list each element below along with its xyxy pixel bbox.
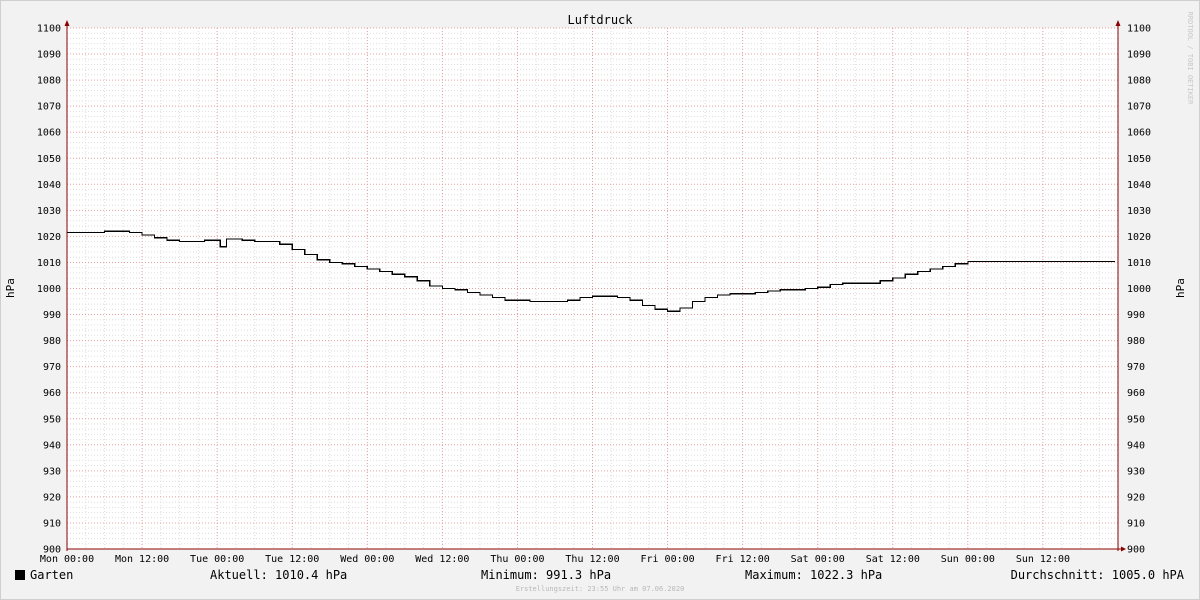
y-tick-label-left: 1040 [37,180,61,191]
y-tick-label-left: 1010 [37,258,61,269]
y-tick-label-left: 1030 [37,206,61,217]
chart-canvas: 900 910 920 930 940 950 960 970 980 990 1000 1010 10… [4,12,1194,565]
y-tick-label-left: 940 [43,440,61,451]
y-tick-label-left: 1000 [37,284,61,295]
y-tick-label-right: 980 [1127,336,1145,347]
legend-item-garten: Garten [15,567,73,583]
x-tick-label: Fri 12:00 [716,554,770,565]
y-axis-right-ticks: 900 910 920 930 940 950 960 970 980 990 1000 1010 10… [1127,24,1151,556]
y-tick-label-right: 1000 [1127,284,1151,295]
y-tick-label-right: 970 [1127,362,1145,373]
y-tick-label-left: 950 [43,414,61,425]
x-tick-label: Mon 00:00 [40,554,94,565]
x-tick-label: Mon 12:00 [115,554,169,565]
y-tick-label-right: 1090 [1127,50,1151,61]
x-tick-label: Sat 00:00 [791,554,845,565]
x-tick-label: Sun 12:00 [1016,554,1070,565]
y-tick-label-left: 920 [43,492,61,503]
x-axis-ticks: Mon 00:00 Mon 12:00 Tue 00:00 Tue 12:00 Wed … [40,554,1070,565]
x-tick-label: Thu 12:00 [565,554,619,565]
y-axis-right-arrow [1115,20,1121,26]
y-tick-label-left: 1020 [37,232,61,243]
y-tick-label-left: 960 [43,388,61,399]
y-tick-label-right: 930 [1127,466,1145,477]
y-axis-left-arrow [64,20,70,26]
stat-current: Aktuell: 1010.4 hPa [210,568,348,582]
y-tick-label-left: 970 [43,362,61,373]
x-tick-label: Tue 12:00 [265,554,319,565]
y-tick-label-right: 960 [1127,388,1145,399]
stat-average: Durchschnitt: 1005.0 hPA [1010,568,1184,582]
y-tick-label-left: 990 [43,310,61,321]
y-axis-label-right: hPa [1174,278,1187,298]
y-tick-label-right: 1080 [1127,76,1151,87]
y-tick-label-left: 980 [43,336,61,347]
y-tick-label-right: 1100 [1127,24,1151,35]
x-tick-label: Fri 00:00 [640,554,694,565]
y-tick-label-left: 1100 [37,24,61,35]
y-axis-label-left: hPa [4,278,17,298]
y-tick-label-left: 1070 [37,102,61,113]
y-tick-label-right: 950 [1127,414,1145,425]
x-tick-label: Wed 12:00 [415,554,469,565]
x-tick-label: Thu 00:00 [490,554,544,565]
y-tick-label-right: 1010 [1127,258,1151,269]
x-axis-arrow [1121,546,1126,552]
y-tick-label-right: 940 [1127,440,1145,451]
x-tick-label: Tue 00:00 [190,554,244,565]
stat-maximum: Maximum: 1022.3 hPa [745,568,883,582]
y-tick-label-left: 1090 [37,50,61,61]
y-tick-label-left: 1060 [37,128,61,139]
y-tick-label-right: 1030 [1127,206,1151,217]
y-tick-label-left: 1050 [37,154,61,165]
x-tick-label: Sun 00:00 [941,554,995,565]
y-tick-label-left: 910 [43,518,61,529]
footer-timestamp: Erstellungszeit: 23:55 Uhr am 07.06.2020 [515,585,685,593]
y-tick-label-right: 920 [1127,492,1145,503]
watermark: RRDTOOL / TOBI OETIKER [1186,12,1194,106]
y-tick-label-right: 910 [1127,518,1145,529]
y-tick-label-right: 990 [1127,310,1145,321]
y-tick-label-right: 900 [1127,545,1145,556]
y-tick-label-right: 1070 [1127,102,1151,113]
x-tick-label: Sat 12:00 [866,554,920,565]
y-tick-label-right: 1050 [1127,154,1151,165]
x-tick-label: Wed 00:00 [340,554,394,565]
y-axis-left-ticks: 9009109209309409509609709809901000101010… [37,24,61,556]
legend-label: Garten [30,568,74,582]
legend-swatch [15,570,25,580]
y-tick-label-right: 1060 [1127,128,1151,139]
y-tick-label-left: 1080 [37,76,61,87]
stat-minimum: Minimum: 991.3 hPa [481,568,612,582]
chart-title: Luftdruck [567,13,633,27]
y-tick-label-right: 1040 [1127,180,1151,191]
y-tick-label-right: 1020 [1127,232,1151,243]
y-tick-label-left: 930 [43,466,61,477]
